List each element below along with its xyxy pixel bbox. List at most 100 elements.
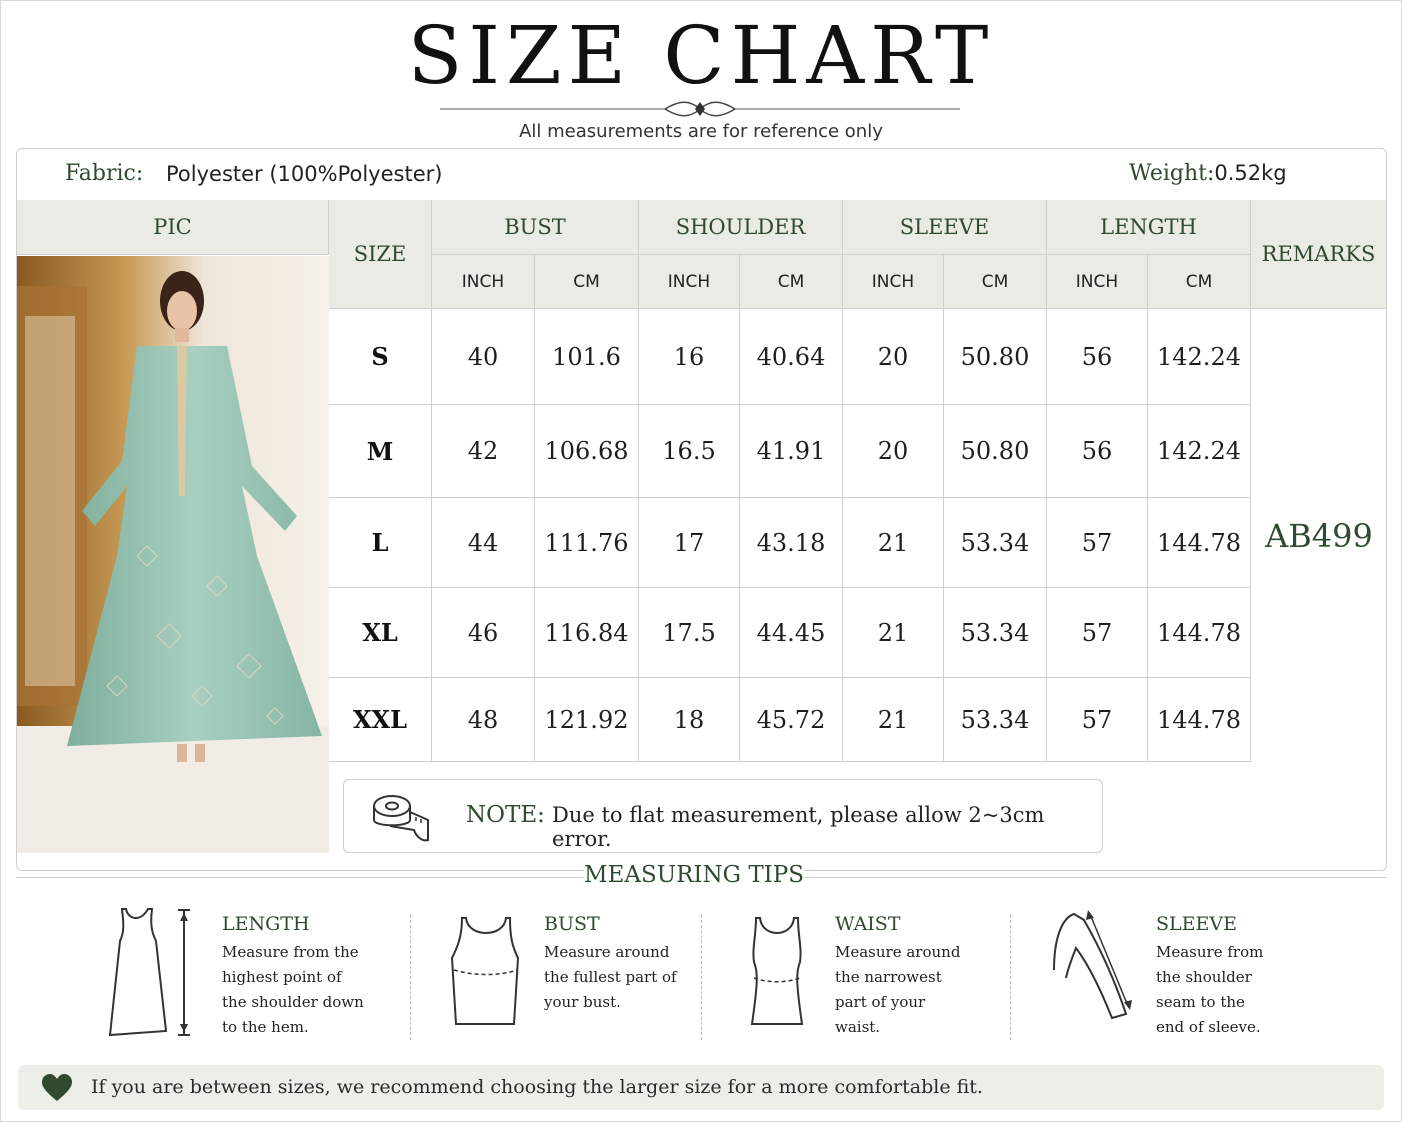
table-cell: 56 xyxy=(1047,405,1148,498)
ornament-divider-icon xyxy=(440,101,960,117)
size-cell: XXL xyxy=(329,678,432,762)
table-cell: 40 xyxy=(432,309,535,405)
table-cell: 45.72 xyxy=(740,678,843,762)
page-subtitle: All measurements are for reference only xyxy=(519,121,883,142)
measuring-tips-title: MEASURING TIPS xyxy=(584,862,804,888)
size-cell: XL xyxy=(329,588,432,678)
unit-header: INCH xyxy=(843,255,944,309)
fabric-label: Fabric: xyxy=(65,161,144,186)
dress-length-icon xyxy=(108,908,190,1037)
group-header-bust: BUST xyxy=(432,200,639,255)
unit-header: INCH xyxy=(1047,255,1148,309)
tip-line: Measure from xyxy=(1156,943,1264,961)
table-cell: 42 xyxy=(432,405,535,498)
tip-line: Measure around xyxy=(544,943,670,961)
pic-header: PIC xyxy=(17,200,329,255)
tip-line: the narrowest xyxy=(835,968,942,986)
unit-header: CM xyxy=(535,255,639,309)
sleeve-icon xyxy=(1053,910,1132,1020)
table-cell: 48 xyxy=(432,678,535,762)
table-cell: 142.24 xyxy=(1148,309,1251,405)
table-cell: 142.24 xyxy=(1148,405,1251,498)
footer-text: If you are between sizes, we recommend c… xyxy=(91,1076,983,1098)
table-cell: 21 xyxy=(843,498,944,588)
size-header: SIZE xyxy=(329,200,432,309)
tip-line: Measure from the xyxy=(222,943,359,961)
table-cell: 56 xyxy=(1047,309,1148,405)
tip-line: the fullest part of xyxy=(544,968,677,986)
note-text: Due to flat measurement, please allow 2~… xyxy=(552,803,1045,851)
size-cell: S xyxy=(329,309,432,405)
tip-line: Measure around xyxy=(835,943,961,961)
table-cell: 20 xyxy=(843,309,944,405)
table-cell: 144.78 xyxy=(1148,678,1251,762)
tip-line: the shoulder xyxy=(1156,968,1252,986)
tank-bust-icon xyxy=(450,917,520,1025)
weight-info: Weight:0.52kg xyxy=(1129,161,1287,186)
tip-line: to the hem. xyxy=(222,1018,309,1036)
tank-waist-icon xyxy=(750,917,804,1025)
table-cell: 116.84 xyxy=(535,588,639,678)
table-cell: 21 xyxy=(843,588,944,678)
table-cell: 57 xyxy=(1047,588,1148,678)
table-cell: 16 xyxy=(639,309,740,405)
table-cell: 121.92 xyxy=(535,678,639,762)
tip-length-text: Measure from the highest point of the sh… xyxy=(222,940,382,1040)
tip-line: highest point of xyxy=(222,968,342,986)
table-cell: 41.91 xyxy=(740,405,843,498)
unit-header: INCH xyxy=(432,255,535,309)
footer-banner: If you are between sizes, we recommend c… xyxy=(18,1065,1384,1110)
size-cell: M xyxy=(329,405,432,498)
table-cell: 50.80 xyxy=(944,405,1047,498)
tip-waist-title: WAIST xyxy=(835,913,901,935)
tip-line: seam to the xyxy=(1156,993,1245,1011)
table-cell: 40.64 xyxy=(740,309,843,405)
table-cell: 17 xyxy=(639,498,740,588)
tip-line: part of your xyxy=(835,993,926,1011)
group-header-length: LENGTH xyxy=(1047,200,1251,255)
tip-line: waist. xyxy=(835,1018,881,1036)
table-cell: 20 xyxy=(843,405,944,498)
group-header-sleeve: SLEEVE xyxy=(843,200,1047,255)
page-title: SIZE CHART xyxy=(407,9,995,102)
tip-line: end of sleeve. xyxy=(1156,1018,1261,1036)
heart-icon xyxy=(42,1074,72,1101)
table-cell: 53.34 xyxy=(944,588,1047,678)
table-cell: 43.18 xyxy=(740,498,843,588)
weight-label: Weight: xyxy=(1129,161,1215,186)
weight-value: 0.52kg xyxy=(1214,161,1287,185)
table-cell: 111.76 xyxy=(535,498,639,588)
table-cell: 21 xyxy=(843,678,944,762)
unit-header: CM xyxy=(944,255,1047,309)
unit-header: CM xyxy=(1148,255,1251,309)
unit-header: INCH xyxy=(639,255,740,309)
tip-bust-title: BUST xyxy=(544,913,600,935)
tip-divider xyxy=(701,915,702,1040)
table-cell: 144.78 xyxy=(1148,588,1251,678)
table-cell: 46 xyxy=(432,588,535,678)
tip-bust-text: Measure around the fullest part of your … xyxy=(544,940,704,1015)
table-cell: 50.80 xyxy=(944,309,1047,405)
remarks-value: AB499 xyxy=(1265,516,1373,555)
tip-line: the shoulder down xyxy=(222,993,364,1011)
measuring-tape-icon xyxy=(373,795,429,842)
table-cell: 57 xyxy=(1047,678,1148,762)
fabric-value: Polyester (100%Polyester) xyxy=(166,162,443,186)
remarks-header: REMARKS xyxy=(1251,200,1387,309)
table-cell: 44 xyxy=(432,498,535,588)
unit-header: CM xyxy=(740,255,843,309)
tip-divider xyxy=(410,915,411,1040)
table-cell: 18 xyxy=(639,678,740,762)
table-cell: 53.34 xyxy=(944,678,1047,762)
table-cell: 57 xyxy=(1047,498,1148,588)
tip-divider xyxy=(1010,915,1011,1040)
table-cell: 16.5 xyxy=(639,405,740,498)
table-cell: 106.68 xyxy=(535,405,639,498)
tip-sleeve-title: SLEEVE xyxy=(1156,913,1237,935)
note-box: NOTE: Due to flat measurement, please al… xyxy=(343,779,1103,853)
product-photo xyxy=(17,256,329,853)
table-cell: 17.5 xyxy=(639,588,740,678)
table-cell: 53.34 xyxy=(944,498,1047,588)
table-cell: 144.78 xyxy=(1148,498,1251,588)
tip-waist-text: Measure around the narrowest part of you… xyxy=(835,940,995,1040)
